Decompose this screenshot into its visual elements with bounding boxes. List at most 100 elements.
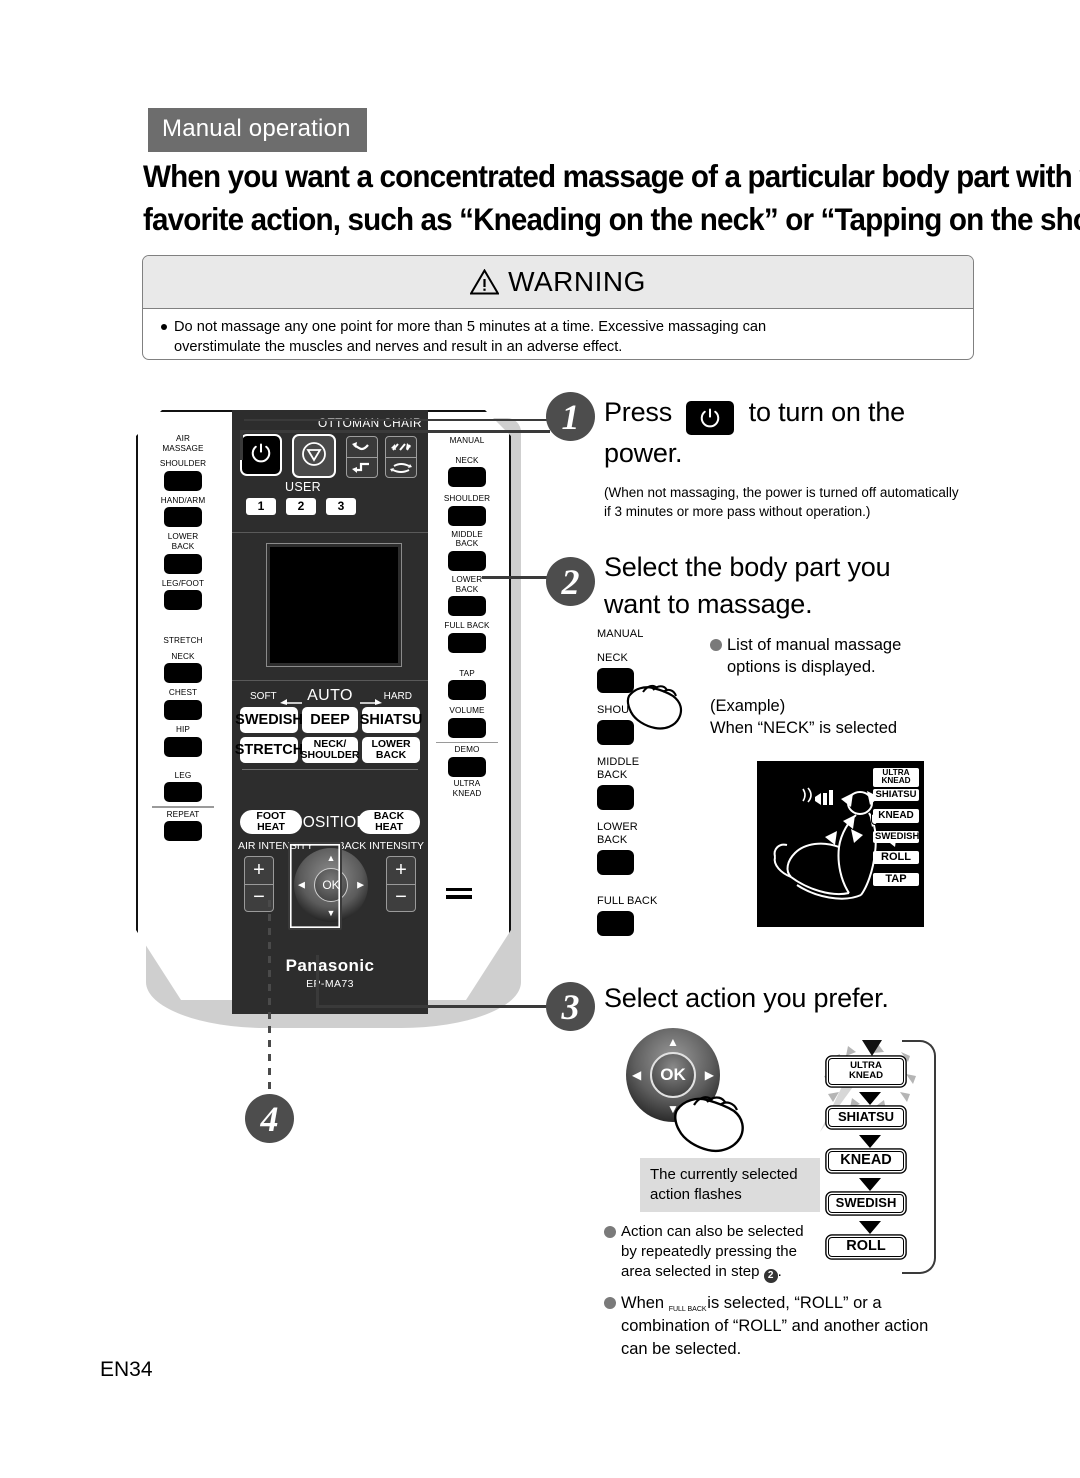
remote-button-lower-back[interactable]: LOWER BACK xyxy=(140,532,226,574)
step-2-button-middle-back[interactable]: MIDDLE BACK xyxy=(597,756,667,810)
remote-power-button[interactable] xyxy=(240,434,282,476)
chair-recline-icon[interactable] xyxy=(386,437,416,457)
remote-manual-shoulder[interactable]: SHOULDER xyxy=(424,494,510,526)
remote-manual-neck[interactable]: NECK xyxy=(424,456,510,488)
back-intensity-plus[interactable]: + xyxy=(387,857,415,884)
cycle-arrow-1 xyxy=(859,1092,881,1105)
button-key[interactable] xyxy=(164,507,202,528)
program-deep[interactable]: DEEP xyxy=(302,707,358,733)
program-stretch[interactable]: STRETCH xyxy=(235,737,303,763)
button-label: FULL BACK xyxy=(597,895,658,907)
model-number: EP-MA73 xyxy=(306,978,354,990)
step-2-description: List of manual massage options is displa… xyxy=(710,634,980,739)
step-2-label-manual: MANUAL xyxy=(597,628,667,641)
remote-button-demo[interactable]: DEMO xyxy=(424,745,510,777)
lcd-option-swedish: SWEDISH xyxy=(873,831,920,843)
remote-manual-middle-back[interactable]: MIDDLE BACK xyxy=(424,530,510,571)
remote-button-leg[interactable]: LEG xyxy=(140,771,226,803)
ottoman-down-icon[interactable] xyxy=(347,457,377,477)
lcd-option-ultra-knead: ULTRA KNEAD xyxy=(873,768,919,787)
bottom-note: When FULL BACK is selected, “ROLL” or a … xyxy=(604,1292,984,1361)
button-key[interactable] xyxy=(448,632,486,653)
chair-control-buttons[interactable] xyxy=(385,436,417,478)
button-key[interactable] xyxy=(448,680,486,701)
chair-slide-icon[interactable] xyxy=(386,457,416,477)
step-4-badge: 4 xyxy=(245,1094,294,1143)
button-key[interactable] xyxy=(164,699,202,720)
button-key[interactable] xyxy=(164,821,202,842)
button-key[interactable] xyxy=(164,590,202,611)
button-key[interactable] xyxy=(597,785,634,810)
program-neck-shoulder[interactable]: NECK/SHOULDER xyxy=(301,737,359,763)
back-heat-button[interactable]: BACK HEAT xyxy=(358,810,420,834)
manual-page: Manual operation When you want a concent… xyxy=(0,0,1080,1478)
program-lower-back[interactable]: LOWER BACK xyxy=(362,737,420,763)
dpad-up-icon[interactable]: ▲ xyxy=(667,1035,679,1049)
dpad-right-icon[interactable]: ▶ xyxy=(357,880,364,891)
button-key[interactable] xyxy=(597,850,634,875)
user-preset-3[interactable]: 3 xyxy=(326,498,356,515)
warning-triangle-icon xyxy=(470,269,500,295)
remote-button-hip[interactable]: HIP xyxy=(140,725,226,757)
remote-button-repeat[interactable]: REPEAT xyxy=(140,810,226,842)
remote-button-shoulder[interactable]: SHOULDER xyxy=(140,459,226,491)
callout-line-manual-h xyxy=(482,576,550,579)
button-key[interactable] xyxy=(164,782,202,803)
program-shiatsu[interactable]: SHIATSU xyxy=(360,707,422,733)
divider xyxy=(152,806,214,808)
button-key[interactable] xyxy=(164,470,202,491)
button-key[interactable] xyxy=(448,467,486,488)
remote-button-leg-foot[interactable]: LEG/FOOT xyxy=(140,579,226,611)
remote-button-volume[interactable]: VOLUME xyxy=(424,706,510,738)
ottoman-up-icon[interactable] xyxy=(347,437,377,457)
button-label: NECK xyxy=(597,652,628,664)
divider xyxy=(242,769,418,771)
ottoman-control-buttons[interactable] xyxy=(346,436,378,478)
step-1-note-line-2: if 3 minutes or more pass without operat… xyxy=(604,504,871,519)
user-preset-1[interactable]: 1 xyxy=(246,498,276,515)
hand-pointer-icon xyxy=(625,680,687,732)
button-key[interactable] xyxy=(448,596,486,617)
hard-label: HARD xyxy=(383,691,412,702)
remote-manual-full-back[interactable]: FULL BACK xyxy=(424,621,510,653)
button-key[interactable] xyxy=(448,756,486,777)
button-key[interactable] xyxy=(448,550,486,571)
step-2-badge: 2 xyxy=(546,557,595,606)
page-number: EN34 xyxy=(100,1358,153,1381)
step-2-title-line-2: want to massage. xyxy=(604,589,813,619)
remote-stop-button[interactable] xyxy=(292,434,336,478)
step-2-example: (Example) When “NECK” is selected xyxy=(710,695,980,739)
remote-control-illustration: AIR MASSAGE SHOULDER HAND/ARM LOWER BACK L… xyxy=(128,404,548,1049)
back-intensity-minus[interactable]: − xyxy=(387,883,415,912)
lcd-bezel xyxy=(266,543,402,667)
button-key[interactable] xyxy=(597,911,634,936)
button-key[interactable] xyxy=(164,736,202,757)
step-3-bullet: Action can also be selected by repeatedl… xyxy=(604,1222,834,1283)
button-key[interactable] xyxy=(164,663,202,684)
remote-button-tap[interactable]: TAP xyxy=(424,669,510,701)
cycle-loop-arrow xyxy=(902,1040,936,1274)
program-swedish[interactable]: SWEDISH xyxy=(235,707,303,733)
callout-line-power-h xyxy=(240,430,550,433)
dpad-left-icon[interactable]: ◀ xyxy=(632,1068,641,1082)
remote-button-hand-arm[interactable]: HAND/ARM xyxy=(140,496,226,528)
step-2-button-full-back[interactable]: FULL BACK xyxy=(597,895,667,936)
button-label: SHOULDER xyxy=(443,494,491,504)
user-preset-2[interactable]: 2 xyxy=(286,498,316,515)
air-intensity-plus[interactable]: + xyxy=(245,857,273,884)
button-label: VOLUME xyxy=(449,706,485,716)
step-1-title: Press to turn on the power. xyxy=(604,394,984,472)
inline-step-number: 2 xyxy=(763,1269,778,1283)
button-key[interactable] xyxy=(448,505,486,526)
dpad-right-icon[interactable]: ▶ xyxy=(705,1068,714,1082)
remote-button-chest[interactable]: CHEST xyxy=(140,688,226,720)
button-label: MANUAL xyxy=(449,436,485,445)
button-key[interactable] xyxy=(448,717,486,738)
step-2-button-lower-back[interactable]: LOWER BACK xyxy=(597,821,667,875)
remote-manual-lower-back[interactable]: LOWER BACK xyxy=(424,575,510,617)
back-intensity-stepper[interactable]: + − xyxy=(386,856,416,912)
step-1-title-before: Press xyxy=(604,397,673,427)
button-label: MIDDLE BACK xyxy=(597,756,640,781)
remote-button-neck[interactable]: NECK xyxy=(140,652,226,684)
button-key[interactable] xyxy=(164,553,202,574)
